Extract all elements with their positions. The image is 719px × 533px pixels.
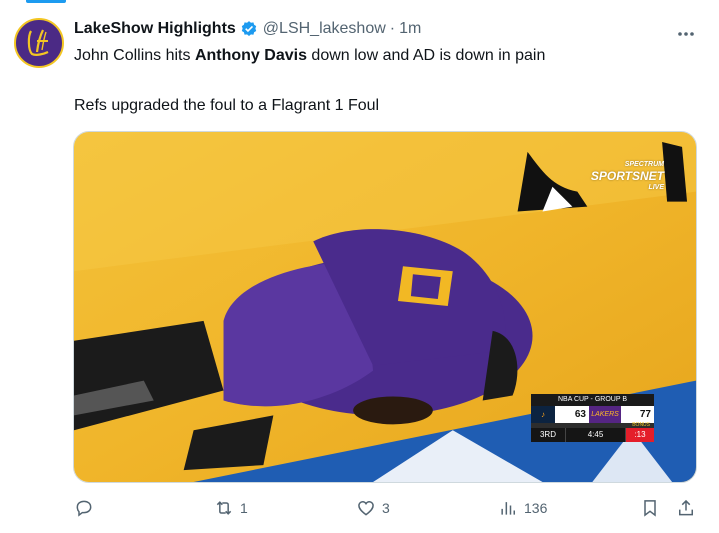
views-icon [501,502,515,515]
views-button[interactable]: 136 [498,498,547,518]
tweet-text-bold-name: Anthony Davis [194,47,307,64]
tweet-header: LakeShow Highlights @LSH_lakeshow · 1m [74,20,421,38]
separator-dot: · [389,20,396,37]
tweet-text-pre: John Collins hits [74,47,195,64]
tweet-action-bar: 1 3 136 [74,498,698,524]
team1-logo-icon: ♪ [531,406,555,423]
tweet-media-video[interactable]: SPECTRUM SPORTSNET LIVE NBA CUP - GROUP … [73,131,697,483]
team2-label: LAKERS [589,406,621,423]
tweet-text-line-1: John Collins hits Anthony Davis down low… [74,46,545,66]
share-icon [679,499,693,516]
tweet-text-line-2: Refs upgraded the foul to a Flagrant 1 F… [74,97,380,114]
game-clock: 4:45 [566,428,626,442]
heart-icon [358,500,374,516]
like-button[interactable]: 3 [356,498,390,518]
views-count: 136 [524,500,548,516]
retweet-icon [216,501,232,515]
team1-score: 63 [555,406,589,423]
lakeshow-logo-icon [27,29,49,56]
scorebug-footer: 3RD 4:45 :13 [531,428,654,442]
display-name[interactable]: LakeShow Highlights [74,20,236,38]
scorebug-score-row: ♪ 63 LAKERS 77 [531,406,654,423]
scorebug-header: NBA CUP - GROUP B [531,394,654,406]
reply-icon [76,500,92,517]
like-count: 3 [382,500,390,516]
network-line-2: SPORTSNET [590,169,664,183]
tweet-text-post: down low and AD is down in pain [306,47,546,64]
more-options-button[interactable] [677,21,695,42]
top-accent-bar [26,0,66,3]
retweet-count: 1 [240,500,248,516]
shot-clock: :13 [626,428,654,442]
network-logo: SPECTRUM SPORTSNET LIVE [591,160,664,193]
scorebug: NBA CUP - GROUP B ♪ 63 LAKERS 77 BONUS 3… [531,394,654,442]
bookmark-icon [644,500,656,517]
game-period: 3RD [531,428,566,442]
more-horizontal-icon [678,32,694,36]
bookmark-button[interactable] [640,498,660,518]
share-button[interactable] [676,498,696,518]
network-line-3: LIVE [648,184,664,191]
timestamp[interactable]: 1m [399,20,421,38]
user-handle[interactable]: @LSH_lakeshow [263,20,386,38]
avatar[interactable] [14,18,64,68]
team2-score: 77 [621,406,654,423]
retweet-button[interactable]: 1 [214,498,248,518]
verified-badge-icon [241,21,256,36]
reply-button[interactable] [74,498,94,518]
